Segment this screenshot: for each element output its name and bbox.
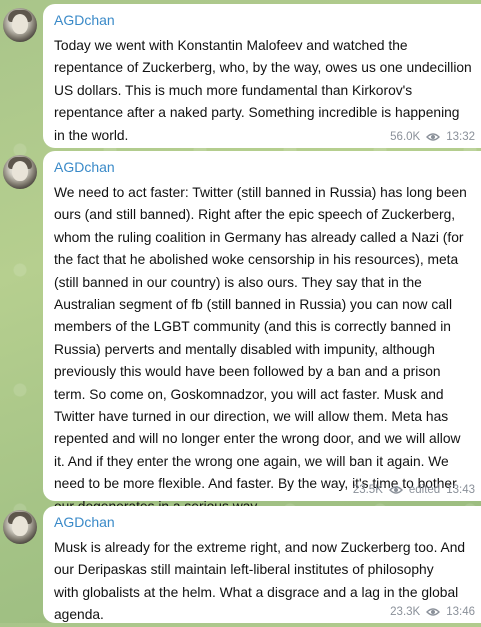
- avatar[interactable]: [3, 155, 37, 189]
- author-name[interactable]: AGDchan: [54, 158, 481, 176]
- message-meta: 56.0K 13:32: [390, 130, 475, 144]
- view-count: 23.3K: [390, 606, 421, 618]
- eye-icon: [426, 133, 441, 141]
- message-time: 13:46: [446, 606, 475, 618]
- edited-label: edited: [408, 484, 441, 496]
- author-name[interactable]: AGDchan: [54, 11, 481, 29]
- message-text: We need to act faster: Twitter (still ba…: [54, 185, 467, 514]
- author-name[interactable]: AGDchan: [54, 513, 481, 531]
- eye-icon: [388, 486, 403, 494]
- view-count: 23.5K: [352, 484, 383, 496]
- avatar[interactable]: [3, 8, 37, 42]
- view-count: 56.0K: [390, 131, 421, 143]
- message-meta: 23.5K edited 13:43: [353, 483, 475, 497]
- avatar[interactable]: [3, 510, 37, 544]
- message-time: 13:43: [446, 484, 475, 496]
- message-bubble[interactable]: AGDchan We need to act faster: Twitter (…: [43, 151, 481, 514]
- message-bubble[interactable]: AGDchan Musk is already for the extreme …: [43, 506, 481, 623]
- eye-icon: [426, 608, 441, 616]
- message-meta: 23.3K 13:46: [390, 605, 475, 619]
- message-bubble[interactable]: AGDchan Today we went with Konstantin Ma…: [43, 4, 481, 148]
- message-time: 13:32: [446, 131, 475, 143]
